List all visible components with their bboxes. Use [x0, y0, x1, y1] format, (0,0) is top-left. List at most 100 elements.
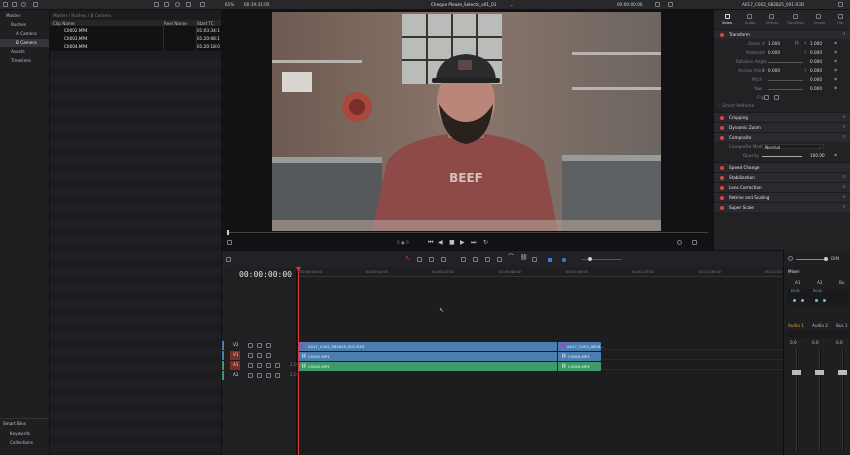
viewer-mode-icon[interactable] — [227, 240, 232, 245]
timeline-ruler[interactable]: 00:00:00:00 00:00:10:00 00:00:32:00 00:0… — [298, 267, 785, 277]
audio-icon[interactable] — [677, 240, 682, 245]
zoom-slider-handle[interactable] — [588, 257, 592, 261]
keyframe-icon[interactable]: ◆ — [834, 49, 837, 54]
auto-select-icon[interactable] — [257, 343, 262, 348]
speaker-icon[interactable] — [788, 256, 793, 261]
marker-blue-icon[interactable] — [562, 258, 566, 262]
scrubber-handle[interactable] — [227, 230, 229, 235]
selection-tool-icon[interactable]: ↖ — [405, 256, 410, 262]
bin-rushes[interactable]: Rushes — [11, 22, 26, 27]
strip-label-audio1[interactable]: Audio 1 — [788, 323, 804, 328]
reset-icon[interactable]: ↺ — [842, 124, 846, 129]
bin-master[interactable]: Master — [6, 13, 20, 18]
dynamic-trim-icon[interactable] — [429, 257, 434, 262]
pan-dot[interactable] — [823, 299, 826, 302]
solo-icon[interactable] — [266, 373, 271, 378]
fader-track[interactable] — [842, 348, 844, 452]
keyframe-icon[interactable]: ◆ — [834, 152, 837, 157]
opacity-slider[interactable] — [762, 156, 802, 157]
strip-label-audio2[interactable]: Audio 2 — [812, 323, 828, 328]
reset-icon[interactable]: ↺ — [842, 194, 846, 199]
eye-icon[interactable] — [266, 353, 271, 358]
fader-track[interactable] — [819, 348, 821, 452]
clip-v1-c0002[interactable]: ⛓ C0002.MP4 — [298, 352, 557, 361]
playhead-line[interactable] — [298, 270, 299, 455]
enable-dot[interactable] — [720, 186, 724, 190]
audio-tab-icon[interactable] — [747, 14, 752, 19]
transform-header[interactable]: Transform ↺ — [714, 29, 850, 39]
lock-icon[interactable] — [248, 353, 253, 358]
lock-icon[interactable] — [248, 373, 253, 378]
speed-change-header[interactable]: Speed Change — [714, 162, 850, 172]
clip-v1-c0004[interactable]: ⛓ C0004.MP4 — [557, 352, 601, 361]
col-clip-name[interactable]: Clip Name — [53, 21, 75, 26]
tab-video[interactable]: Video — [722, 21, 732, 26]
keyframe-icon[interactable]: ◆ — [834, 58, 837, 63]
reset-icon[interactable]: ↺ — [842, 114, 846, 119]
anchor-y-field[interactable]: 0.000 — [810, 68, 822, 73]
pan-dot[interactable] — [793, 299, 796, 302]
reset-icon[interactable]: ↺ — [842, 134, 846, 139]
track-header-v2[interactable]: V2 — [222, 341, 297, 350]
clip-v2-r3d[interactable]: A017_C002_082825_001.R3D — [298, 342, 557, 351]
video-tab-icon[interactable] — [725, 14, 730, 19]
go-to-end-icon[interactable]: ⏭ — [471, 240, 476, 246]
keyframe-icon[interactable]: ◆ — [834, 40, 837, 45]
lock-icon[interactable] — [248, 363, 253, 368]
keyframe-icon[interactable]: ◆ — [834, 85, 837, 90]
opacity-field[interactable]: 100.00 — [810, 153, 825, 158]
linked-selection-icon[interactable]: ⌒ — [508, 255, 514, 261]
overwrite-clip-icon[interactable] — [473, 257, 478, 262]
enable-dot[interactable] — [720, 33, 724, 37]
reset-icon[interactable]: ↺ — [842, 31, 846, 36]
strip-label-bus1[interactable]: Bus 1 — [836, 323, 848, 328]
dynamic-zoom-header[interactable]: Dynamic Zoom ↺ — [714, 122, 850, 132]
position-y-field[interactable]: 0.000 — [810, 50, 822, 55]
grid-view-icon[interactable] — [12, 2, 17, 7]
pitch-field[interactable]: 0.000 — [810, 77, 822, 82]
reverse-icon[interactable]: ◀ — [438, 240, 443, 246]
enable-dot[interactable] — [720, 116, 724, 120]
enable-dot[interactable] — [720, 206, 724, 210]
video-frame[interactable]: BEEF — [272, 12, 661, 231]
file-tab-icon[interactable] — [838, 14, 843, 19]
fader-handle[interactable] — [792, 370, 801, 375]
super-scale-header[interactable]: Super Scale ↺ — [714, 202, 850, 212]
blade-tool-icon[interactable] — [441, 257, 446, 262]
rotation-field[interactable]: 0.000 — [810, 59, 822, 64]
position-x-field[interactable]: 0.000 — [768, 50, 780, 55]
keyframe-icon[interactable]: ◆ — [834, 67, 837, 72]
insert-clip-icon[interactable] — [461, 257, 466, 262]
search-icon[interactable] — [21, 2, 26, 7]
fullscreen-icon[interactable] — [668, 2, 673, 7]
more-icon[interactable] — [200, 2, 205, 7]
chevron-down-icon[interactable]: ⌄ — [510, 2, 514, 7]
pan-dot[interactable] — [801, 299, 804, 302]
replace-clip-icon[interactable] — [485, 257, 490, 262]
image-tab-icon[interactable] — [816, 14, 821, 19]
reset-icon[interactable]: ↺ — [842, 184, 846, 189]
link-icon[interactable]: ⛓ — [794, 40, 799, 45]
composite-header[interactable]: Composite ↺ — [714, 132, 850, 142]
timeline-timecode[interactable]: 00:00:00:00 — [239, 270, 292, 279]
track-header-a2[interactable]: A2 2.0 — [222, 371, 297, 380]
tab-image[interactable]: Image — [814, 21, 825, 26]
reset-icon[interactable]: ↺ — [842, 174, 846, 179]
bin-timelines[interactable]: Timelines — [11, 58, 31, 63]
viewer-options-icon[interactable] — [655, 2, 660, 7]
enable-dot[interactable] — [720, 166, 724, 170]
volume-slider-handle[interactable] — [824, 257, 828, 261]
mute-icon[interactable] — [275, 373, 280, 378]
col-start-tc[interactable]: Start TC — [197, 21, 214, 26]
volume-slider[interactable] — [796, 259, 824, 260]
cropping-header[interactable]: Cropping ↺ — [714, 112, 850, 122]
dim-button[interactable]: DIM — [831, 256, 839, 261]
pitch-slider[interactable] — [768, 80, 803, 81]
bin-b-camera[interactable]: B Camera — [16, 40, 37, 45]
fader-handle[interactable] — [815, 370, 824, 375]
smart-bin-keywords[interactable]: Keywords — [10, 431, 30, 436]
enable-dot[interactable] — [720, 136, 724, 140]
tab-effects[interactable]: Effects — [766, 21, 778, 26]
auto-select-icon[interactable] — [257, 373, 262, 378]
snapping-icon[interactable] — [497, 257, 502, 262]
